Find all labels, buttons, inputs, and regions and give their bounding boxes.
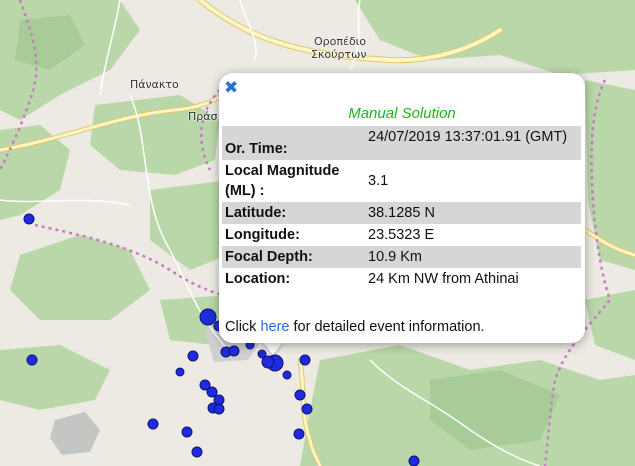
longitude-label: Longitude: [225,227,300,243]
earthquake-marker[interactable] [23,213,35,225]
table-row: Longitude: 23.5323 E [222,224,581,246]
location-value: 24 Km NW from Athinai [368,271,519,287]
table-row: Focal Depth: 10.9 Km [222,246,581,268]
origin-time-value: 24/07/2019 13:37:01.91 (GMT) [365,126,581,160]
local-magnitude-value: 3.1 [368,173,389,189]
earthquake-marker[interactable] [191,446,203,458]
place-label-oropedio: Οροπέδιο [314,35,367,48]
earthquake-marker[interactable] [301,403,313,415]
popup-title: Manual Solution [348,105,456,122]
place-label-panakto: Πάνακτο [130,78,179,91]
longitude-value: 23.5323 E [368,227,435,243]
event-details-link[interactable]: here [260,319,289,335]
latitude-label: Latitude: [222,202,365,224]
footer-post-text: for detailed event information. [289,319,485,335]
earthquake-marker[interactable] [26,354,38,366]
earthquake-marker[interactable] [175,367,185,377]
earthquake-marker[interactable] [408,455,420,466]
local-magnitude-label: Local Magnitude (ML) : [225,163,340,199]
footer-pre-text: Click [225,319,261,335]
table-row: Location: 24 Km NW from Athinai [222,268,581,290]
close-x-icon[interactable]: ✖ [224,79,238,97]
event-info-popup: ✖ Manual Solution Or. Time: 24/07/2019 1… [219,73,585,343]
earthquake-marker[interactable] [181,426,193,438]
place-label-skourton: Σκούρτων [311,48,367,61]
earthquake-marker[interactable] [293,428,305,440]
focal-depth-label: Focal Depth: [222,246,365,268]
earthquake-marker[interactable] [228,345,240,357]
event-details-table: Or. Time: 24/07/2019 13:37:01.91 (GMT) L… [222,126,581,290]
earthquake-marker[interactable] [282,370,292,380]
popup-pointer [262,341,284,355]
location-label: Location: [225,271,291,287]
focal-depth-value: 10.9 Km [365,246,581,268]
table-row: Latitude: 38.1285 N [222,202,581,224]
earthquake-marker[interactable] [294,389,306,401]
earthquake-marker[interactable] [206,386,218,398]
earthquake-marker[interactable] [199,308,217,326]
earthquake-marker[interactable] [147,418,159,430]
place-label-pras: Πράσ [188,110,218,123]
popup-footer: Click here for detailed event informatio… [225,319,485,335]
earthquake-marker[interactable] [299,354,311,366]
table-row: Local Magnitude (ML) : 3.1 [222,160,581,202]
latitude-value: 38.1285 N [365,202,581,224]
earthquake-marker[interactable] [213,403,225,415]
origin-time-label: Or. Time: [222,126,365,160]
earthquake-marker[interactable] [187,350,199,362]
table-row: Or. Time: 24/07/2019 13:37:01.91 (GMT) [222,126,581,160]
